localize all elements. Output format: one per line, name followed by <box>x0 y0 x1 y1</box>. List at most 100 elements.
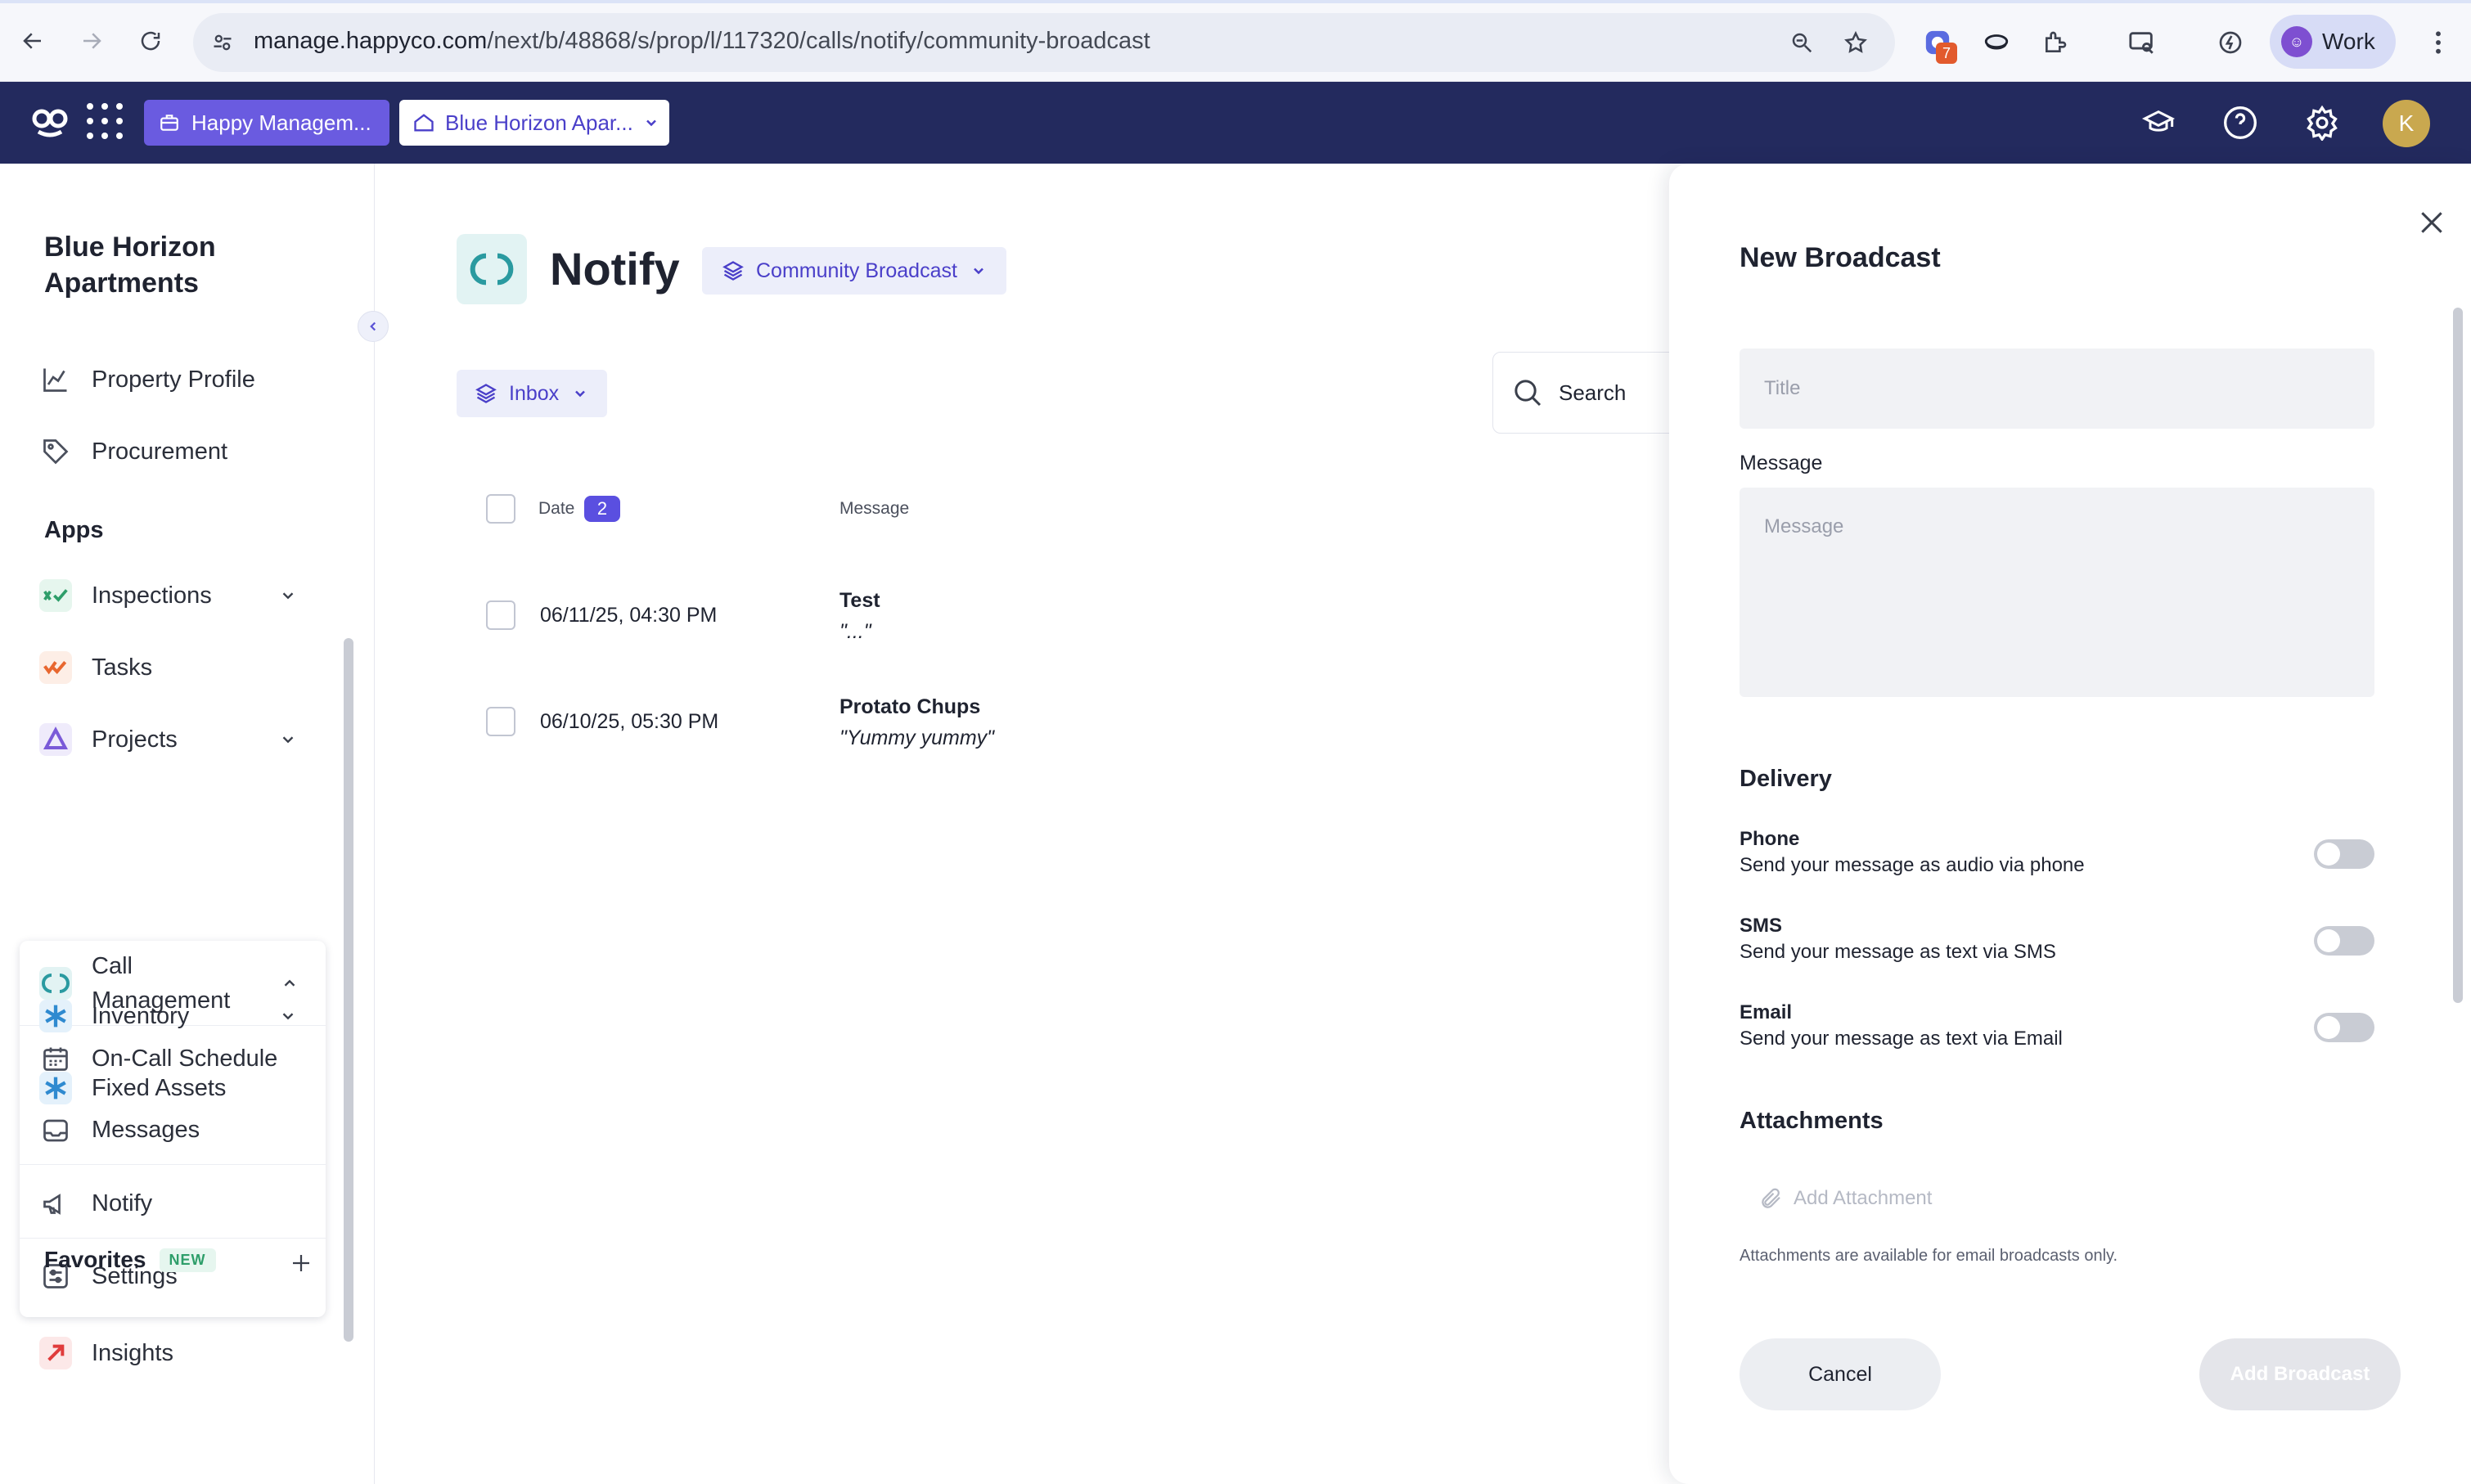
row-checkbox[interactable] <box>486 707 515 736</box>
paperclip-icon <box>1762 1188 1780 1208</box>
property-label: Blue Horizon Apar... <box>445 110 633 135</box>
chevron-down-icon <box>575 390 586 398</box>
inbox-label: Inbox <box>509 381 560 405</box>
sidebar-item-projects[interactable]: Projects <box>20 705 324 774</box>
chevron-down-icon[interactable] <box>275 582 301 609</box>
broadcast-type-label: Community Broadcast <box>756 259 957 282</box>
row-date[interactable]: 06/10/25, 05:30 PM <box>540 710 718 734</box>
organization-switcher[interactable]: Happy Managem... <box>144 100 389 146</box>
fixed-assets-icon <box>38 1070 74 1106</box>
gear-icon[interactable] <box>2299 100 2345 146</box>
cancel-button[interactable]: Cancel <box>1740 1338 1941 1410</box>
projects-icon <box>38 722 74 758</box>
sidebar-item-label: Inspections <box>92 582 212 609</box>
zoom-icon[interactable] <box>1785 26 1818 59</box>
browser-menu-icon[interactable] <box>2420 25 2456 61</box>
email-option-desc: Send your message as text via Email <box>1740 1028 2063 1050</box>
reload-icon[interactable] <box>133 23 169 59</box>
sidebar: Blue Horizon Apartments Property Profile… <box>0 164 375 1484</box>
inbox-filter-button[interactable]: Inbox <box>457 370 607 417</box>
happyco-logo-icon[interactable] <box>28 100 72 144</box>
message-label: Message <box>1740 452 1823 474</box>
sidebar-item-property-profile[interactable]: Property Profile <box>20 345 324 414</box>
favorites-label: Favorites <box>44 1247 146 1272</box>
help-icon[interactable] <box>2217 100 2263 146</box>
organization-label: Happy Managem... <box>191 110 371 135</box>
row-date[interactable]: 06/11/25, 04:30 PM <box>540 604 717 627</box>
inspections-icon <box>38 578 74 614</box>
message-field[interactable] <box>1740 488 2374 697</box>
phone-option-desc: Send your message as audio via phone <box>1740 854 2085 876</box>
add-favorite-icon[interactable] <box>285 1247 317 1279</box>
sidebar-item-label: Tasks <box>92 654 153 681</box>
price-tag-icon <box>38 434 74 470</box>
forward-icon[interactable] <box>74 23 110 59</box>
sidebar-item-procurement[interactable]: Procurement <box>20 417 324 486</box>
close-icon[interactable] <box>2409 200 2455 245</box>
search-placeholder: Search <box>1559 380 1627 405</box>
address-bar[interactable]: manage.happyco.com/next/b/48868/s/prop/l… <box>193 13 1895 72</box>
extensions-puzzle-icon[interactable] <box>2037 25 2073 61</box>
sms-option-title: SMS <box>1740 915 1783 937</box>
email-toggle[interactable] <box>2314 1013 2374 1042</box>
property-switcher[interactable]: Blue Horizon Apar... <box>399 100 669 146</box>
property-title: Blue Horizon Apartments <box>44 232 216 299</box>
insights-icon <box>38 1335 74 1371</box>
row-title[interactable]: Test <box>839 589 880 613</box>
favorites-section: Favorites NEW <box>44 1247 216 1273</box>
panel-scrollbar[interactable] <box>2453 308 2463 1003</box>
sidebar-item-insights[interactable]: Insights <box>20 1319 324 1387</box>
sidebar-item-inventory[interactable]: Inventory <box>20 982 324 1050</box>
new-badge: NEW <box>159 1248 216 1272</box>
page-title: Notify <box>550 243 680 295</box>
column-header-date[interactable]: Date <box>538 499 574 519</box>
panel-title: New Broadcast <box>1740 242 1941 273</box>
sidebar-item-fixed-assets[interactable]: Fixed Assets <box>20 1054 324 1122</box>
sidebar-item-label: Projects <box>92 726 178 753</box>
cast-search-icon[interactable] <box>2124 25 2160 61</box>
row-title[interactable]: Protato Chups <box>839 695 980 719</box>
new-broadcast-panel: New Broadcast Message Delivery Phone Sen… <box>1669 164 2471 1484</box>
chevron-down-icon[interactable] <box>275 726 301 753</box>
app-header: Happy Managem... Blue Horizon Apar... <box>0 82 2471 164</box>
email-option-title: Email <box>1740 1001 1793 1023</box>
layers-icon <box>475 384 497 403</box>
extension-disc-icon[interactable] <box>1978 25 2014 61</box>
site-settings-icon[interactable] <box>206 26 239 59</box>
sidebar-item-label: Procurement <box>92 438 228 465</box>
profile-label: Work <box>2322 29 2375 54</box>
add-broadcast-button[interactable]: Add Broadcast <box>2199 1338 2401 1410</box>
sidebar-item-notify[interactable]: Notify <box>20 1170 326 1239</box>
sidebar-item-label: Property Profile <box>92 366 255 393</box>
sidebar-item-inspections[interactable]: Inspections <box>20 561 324 630</box>
inventory-icon <box>38 998 74 1034</box>
back-icon[interactable] <box>15 23 51 59</box>
add-attachment-button[interactable]: Add Attachment <box>1759 1186 1932 1211</box>
select-all-checkbox[interactable] <box>486 494 515 524</box>
chevron-down-icon[interactable] <box>275 1003 301 1029</box>
home-icon <box>414 114 434 132</box>
row-checkbox[interactable] <box>486 600 515 630</box>
sidebar-item-tasks[interactable]: Tasks <box>20 633 324 702</box>
row-message: "Yummy yummy" <box>839 726 995 749</box>
profile-avatar-icon: ☺ <box>2281 26 2312 57</box>
profile-chip[interactable]: ☺ Work <box>2270 15 2396 69</box>
sidebar-item-label: Notify <box>92 1190 153 1216</box>
performance-icon[interactable] <box>2212 25 2248 61</box>
sms-option-desc: Send your message as text via SMS <box>1740 941 2056 963</box>
phone-option-title: Phone <box>1740 828 1800 850</box>
attachments-heading: Attachments <box>1740 1108 1884 1134</box>
phone-toggle[interactable] <box>2314 839 2374 869</box>
sms-toggle[interactable] <box>2314 926 2374 956</box>
apps-grid-icon[interactable] <box>87 103 123 139</box>
user-avatar[interactable]: K <box>2383 100 2430 147</box>
sidebar-item-label: Fixed Assets <box>92 1074 227 1101</box>
title-field[interactable] <box>1740 349 2374 429</box>
url-text: manage.happyco.com/next/b/48868/s/prop/l… <box>254 28 1150 54</box>
bookmark-star-icon[interactable] <box>1839 26 1872 59</box>
apps-heading: Apps <box>44 517 104 543</box>
chevron-down-icon <box>646 119 656 127</box>
broadcast-type-select[interactable]: Community Broadcast <box>702 247 1006 295</box>
graduation-cap-icon[interactable] <box>2136 100 2181 146</box>
sidebar-scrollbar[interactable] <box>344 638 353 1342</box>
